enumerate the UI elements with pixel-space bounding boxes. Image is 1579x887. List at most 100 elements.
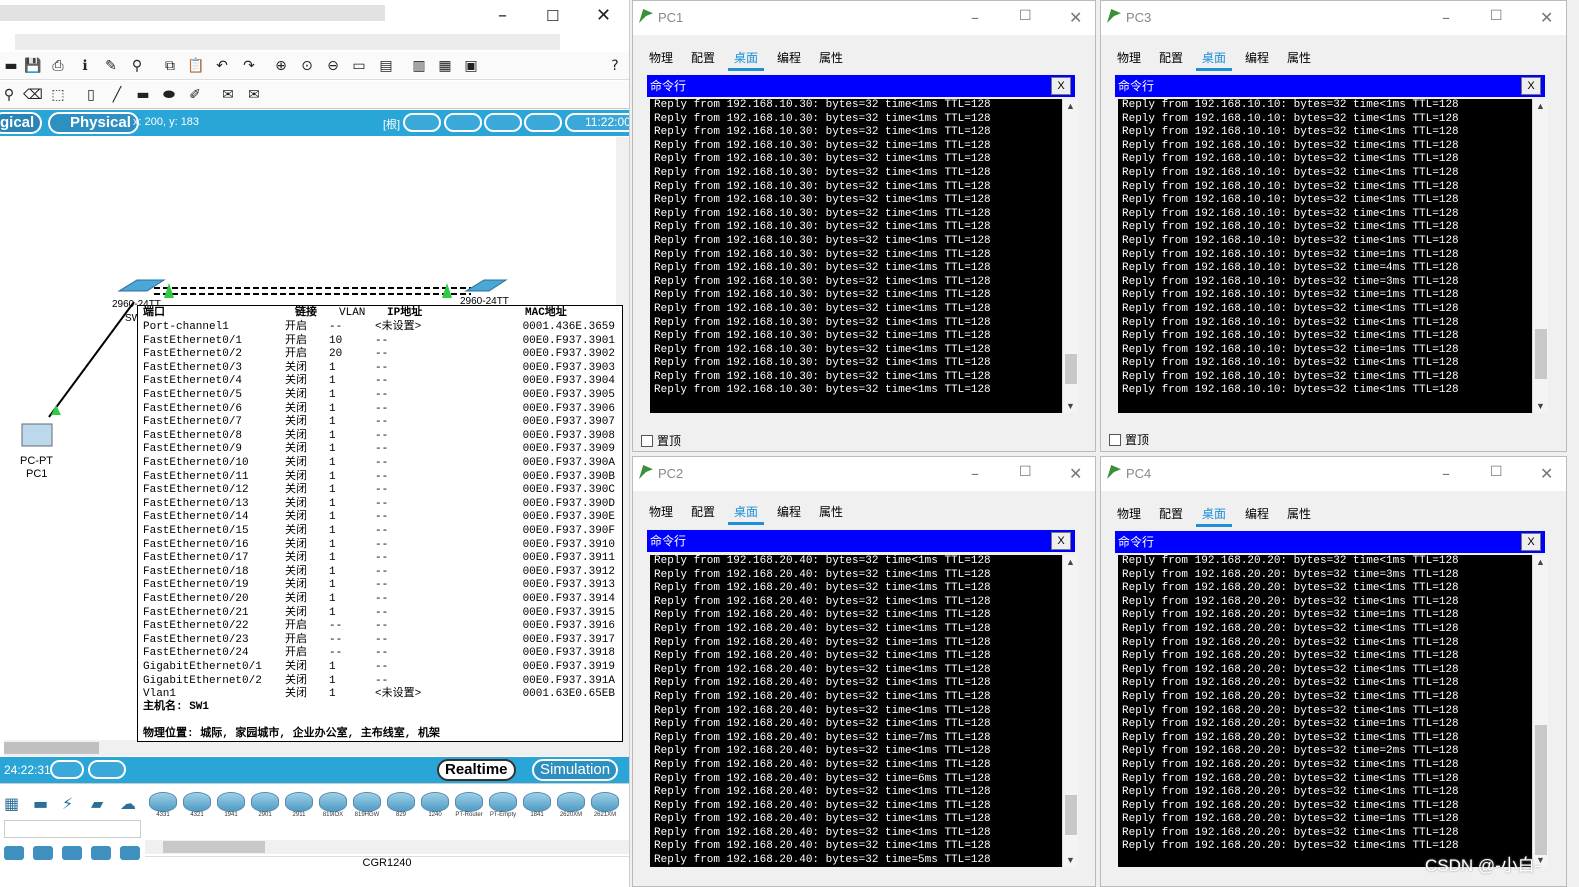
- connection-category-icon[interactable]: ⚡: [62, 794, 73, 813]
- cloud-category-icon[interactable]: ☁: [120, 794, 136, 813]
- security-subcategory-icon[interactable]: [120, 846, 140, 860]
- device-model-pt-router[interactable]: PT-Router: [454, 792, 484, 824]
- info-icon[interactable]: ℹ: [76, 57, 94, 74]
- tab-desktop[interactable]: 桌面: [1196, 505, 1233, 527]
- drawing-palette-icon[interactable]: ▭: [350, 57, 368, 74]
- maximize-icon[interactable]: ☐: [1490, 464, 1503, 480]
- tab-config[interactable]: 配置: [1159, 505, 1183, 522]
- always-on-top-checkbox[interactable]: 置顶: [1109, 431, 1149, 448]
- tab-attributes[interactable]: 属性: [819, 49, 843, 66]
- tab-physical[interactable]: 物理: [1117, 49, 1141, 66]
- terminal-output[interactable]: Reply from 192.168.20.40: bytes=32 time<…: [650, 555, 1062, 867]
- switch-category-icon[interactable]: ▬: [33, 794, 48, 813]
- delete-icon[interactable]: ⌫: [23, 86, 43, 103]
- simulation-tab[interactable]: Simulation: [532, 759, 619, 781]
- tab-physical[interactable]: 物理: [1117, 505, 1141, 522]
- folder-category-icon[interactable]: ▰: [91, 794, 103, 813]
- device-model-1240[interactable]: 1240: [420, 792, 450, 824]
- switch-subcategory-icon[interactable]: [33, 846, 53, 860]
- command-prompt-close-button[interactable]: X: [1051, 532, 1071, 550]
- device-model-1941[interactable]: 1941: [216, 792, 246, 824]
- always-on-top-checkbox[interactable]: 置顶: [641, 432, 681, 449]
- line-icon[interactable]: ╱: [108, 86, 126, 103]
- terminal-scroll-thumb[interactable]: [1065, 795, 1077, 835]
- device-hscroll-thumb[interactable]: [163, 841, 265, 853]
- close-icon[interactable]: ✕: [1069, 464, 1082, 483]
- maximize-icon[interactable]: ☐: [1019, 8, 1032, 24]
- wizard-icon[interactable]: ✎: [102, 57, 120, 74]
- simple-pdu-icon[interactable]: ✉: [219, 86, 237, 103]
- device-model-4331[interactable]: 4331: [148, 792, 178, 824]
- network-icon[interactable]: ⚲: [128, 57, 146, 74]
- zoom-reset-icon[interactable]: ⊙: [298, 57, 316, 74]
- close-icon[interactable]: ✕: [1540, 8, 1553, 27]
- realtime-tab[interactable]: Realtime: [437, 759, 516, 781]
- back-button[interactable]: [403, 113, 441, 132]
- freeform-icon[interactable]: ✐: [186, 86, 204, 103]
- tab-programming[interactable]: 编程: [1245, 49, 1269, 66]
- copy-icon[interactable]: ⧉: [161, 57, 179, 74]
- logical-tab[interactable]: gical: [0, 112, 43, 134]
- maximize-icon[interactable]: ☐: [1490, 8, 1503, 24]
- minimize-icon[interactable]: –: [1442, 8, 1450, 27]
- terminal-scrollbar[interactable]: ▲ ▼: [1062, 555, 1078, 867]
- tab-config[interactable]: 配置: [691, 503, 715, 520]
- device-model-2911[interactable]: 2911: [284, 792, 314, 824]
- print-icon[interactable]: ⎙: [49, 57, 67, 74]
- inspect-icon[interactable]: ⚲: [0, 86, 18, 103]
- paste-icon[interactable]: 📋: [187, 57, 205, 74]
- scroll-up-icon[interactable]: ▲: [1066, 557, 1075, 567]
- command-prompt-close-button[interactable]: X: [1051, 77, 1071, 95]
- complex-pdu-icon[interactable]: ✉: [245, 86, 263, 103]
- cluster-icon[interactable]: ▦: [436, 57, 454, 74]
- terminal-scrollbar[interactable]: ▲ ▼: [1062, 99, 1078, 413]
- tab-attributes[interactable]: 属性: [819, 503, 843, 520]
- resize-icon[interactable]: ⬚: [49, 86, 67, 103]
- environment-button[interactable]: [524, 113, 562, 132]
- help-icon[interactable]: ?: [606, 57, 624, 74]
- tab-programming[interactable]: 编程: [777, 49, 801, 66]
- close-icon[interactable]: ✕: [1069, 8, 1082, 27]
- router-subcategory-icon[interactable]: [4, 846, 24, 860]
- minimize-icon[interactable]: –: [971, 8, 979, 27]
- tab-programming[interactable]: 编程: [777, 503, 801, 520]
- image-icon[interactable]: ▣: [462, 57, 480, 74]
- scroll-down-icon[interactable]: ▼: [1536, 401, 1545, 411]
- power-cycle-button[interactable]: [50, 760, 84, 779]
- desktop-category-icon[interactable]: ▦: [4, 794, 19, 813]
- undo-icon[interactable]: ↶: [213, 57, 231, 74]
- tab-physical[interactable]: 物理: [649, 503, 673, 520]
- redo-icon[interactable]: ↷: [240, 57, 258, 74]
- zoom-in-icon[interactable]: ⊕: [272, 57, 290, 74]
- custom-device-icon[interactable]: ▤: [377, 57, 395, 74]
- scroll-down-icon[interactable]: ▼: [1066, 855, 1075, 865]
- cluster-button[interactable]: [444, 113, 482, 132]
- close-icon[interactable]: ✕: [596, 6, 611, 26]
- device-model-829[interactable]: 829: [386, 792, 416, 824]
- minimize-icon[interactable]: –: [971, 464, 979, 483]
- device-model-pt-empty[interactable]: PT-Empty: [488, 792, 518, 824]
- scroll-up-icon[interactable]: ▲: [1536, 101, 1545, 111]
- fast-forward-button[interactable]: [88, 760, 126, 779]
- tab-attributes[interactable]: 属性: [1287, 49, 1311, 66]
- tab-desktop[interactable]: 桌面: [728, 49, 765, 71]
- viewport-button[interactable]: [484, 113, 522, 132]
- open-icon[interactable]: ▬: [2, 57, 20, 74]
- terminal-scroll-thumb[interactable]: [1535, 725, 1547, 855]
- device-model-1841[interactable]: 1841: [522, 792, 552, 824]
- minimize-icon[interactable]: –: [1442, 464, 1450, 483]
- maximize-icon[interactable]: ☐: [1019, 464, 1032, 480]
- device-model-4321[interactable]: 4321: [182, 792, 212, 824]
- device-model-2621xm[interactable]: 2621XM: [590, 792, 620, 824]
- command-prompt-close-button[interactable]: X: [1521, 77, 1541, 95]
- terminal-scrollbar[interactable]: ▲ ▼: [1532, 555, 1548, 867]
- hub-subcategory-icon[interactable]: [62, 846, 82, 860]
- hscroll-thumb[interactable]: [4, 742, 99, 754]
- zoom-out-icon[interactable]: ⊖: [324, 57, 342, 74]
- device-model-819hgw[interactable]: 819HGW: [352, 792, 382, 824]
- scroll-up-icon[interactable]: ▲: [1066, 101, 1075, 111]
- tab-programming[interactable]: 编程: [1245, 505, 1269, 522]
- terminal-scroll-thumb[interactable]: [1535, 329, 1547, 379]
- device-hscroll[interactable]: [145, 840, 629, 854]
- notes-icon[interactable]: ▥: [410, 57, 428, 74]
